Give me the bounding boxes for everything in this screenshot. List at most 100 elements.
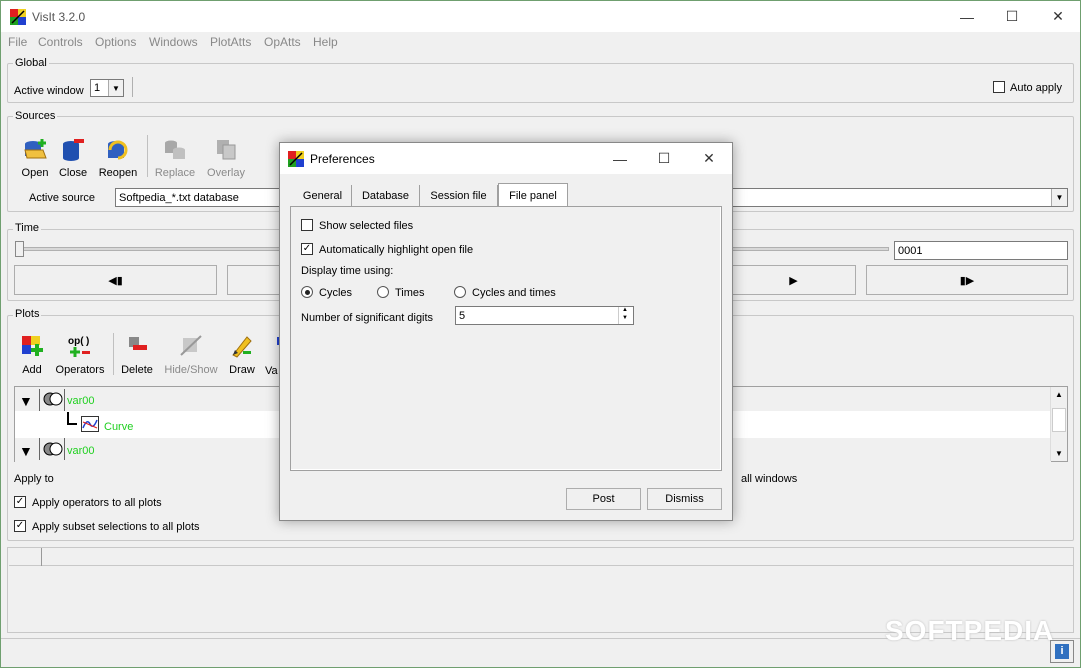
delete-plot-button[interactable]: Delete	[119, 333, 155, 376]
display-time-label: Display time using:	[301, 265, 394, 277]
cycles-radio-label: Cycles	[319, 287, 353, 299]
title-bar: VisIt 3.2.0 — ☐ ✕	[1, 1, 1080, 32]
tab-file-panel[interactable]: File panel	[498, 183, 568, 207]
info-icon: i	[1055, 644, 1069, 659]
apply-operators-checkbox[interactable]: ✓	[14, 496, 26, 508]
chevron-down-icon: ▼	[1051, 189, 1067, 206]
open-button[interactable]: Open	[15, 136, 55, 179]
plot-list-scrollbar[interactable]: ▲ ▼	[1050, 387, 1067, 461]
cycles-and-times-radio[interactable]	[454, 286, 466, 298]
divider	[147, 135, 148, 177]
window-title: VisIt 3.2.0	[32, 10, 86, 24]
visibility-circles-icon[interactable]	[43, 442, 63, 456]
auto-highlight-checkbox[interactable]: ✓	[301, 243, 313, 255]
apply-operators-label: Apply operators to all plots	[32, 497, 162, 509]
visit-logo-icon	[288, 151, 304, 167]
cycle-input[interactable]: 0001	[894, 241, 1068, 260]
plot-name[interactable]: Curve	[104, 421, 133, 433]
divider	[113, 333, 114, 375]
preferences-dialog: Preferences — ☐ ✕ General Database Sessi…	[279, 142, 733, 521]
chevron-down-icon: ▼	[108, 80, 123, 96]
add-plot-button[interactable]: Add	[15, 333, 49, 376]
menu-help[interactable]: Help	[313, 35, 338, 49]
expand-triangle-icon[interactable]: ▼	[19, 393, 33, 409]
reverse-play-button[interactable]	[227, 265, 287, 295]
pencil-icon	[232, 336, 252, 358]
operators-button-label: Operators	[55, 364, 105, 376]
times-radio[interactable]	[377, 286, 389, 298]
menu-plotatts[interactable]: PlotAtts	[210, 35, 251, 49]
replace-button[interactable]: Replace	[153, 136, 197, 179]
active-window-combo[interactable]: 1 ▼	[90, 79, 124, 97]
global-group	[7, 63, 1074, 103]
visibility-circles-icon[interactable]	[43, 392, 63, 406]
step-forward-icon: ▮▶	[959, 274, 975, 287]
scroll-down-icon[interactable]: ▼	[1055, 449, 1063, 458]
post-button[interactable]: Post	[566, 488, 641, 510]
menu-bar: File Controls Options Windows PlotAtts O…	[1, 32, 1080, 52]
tab-session-file[interactable]: Session file	[420, 185, 498, 206]
active-window-value: 1	[94, 82, 101, 94]
spin-up-icon[interactable]: ▲	[622, 307, 628, 313]
open-button-label: Open	[21, 167, 49, 179]
show-selected-files-label: Show selected files	[319, 220, 414, 232]
draw-button[interactable]: Draw	[225, 333, 259, 376]
dialog-close-button[interactable]: ✕	[686, 143, 732, 174]
divider	[9, 565, 1073, 566]
plot-variable[interactable]: var00	[67, 445, 95, 457]
scroll-up-icon[interactable]: ▲	[1055, 390, 1063, 399]
splitter-handle[interactable]	[41, 548, 42, 566]
expand-triangle-icon[interactable]: ▼	[19, 443, 33, 459]
close-button[interactable]: ✕	[1035, 1, 1081, 32]
dialog-title-bar: Preferences — ☐ ✕	[280, 143, 732, 174]
delete-plot-icon	[129, 337, 147, 350]
scroll-thumb[interactable]	[1052, 408, 1066, 432]
minimize-button[interactable]: —	[944, 1, 990, 32]
plot-variable[interactable]: var00	[67, 395, 95, 407]
overlay-button[interactable]: Overlay	[204, 136, 248, 179]
step-back-icon: ◀▮	[108, 274, 123, 287]
dismiss-button[interactable]: Dismiss	[647, 488, 722, 510]
sources-label: Sources	[13, 110, 58, 122]
draw-button-label: Draw	[229, 364, 255, 376]
spin-buttons[interactable]: ▲ ▼	[618, 307, 633, 324]
tab-general[interactable]: General	[294, 185, 352, 206]
close-source-button[interactable]: Close	[56, 136, 90, 179]
svg-text:): )	[86, 336, 89, 347]
auto-apply-checkbox[interactable]	[993, 81, 1005, 93]
spin-down-icon[interactable]: ▼	[622, 315, 628, 321]
divider	[39, 389, 40, 411]
menu-opatts[interactable]: OpAtts	[264, 35, 301, 49]
maximize-button[interactable]: ☐	[989, 1, 1035, 32]
info-button[interactable]: i	[1050, 640, 1074, 663]
step-forward-button[interactable]: ▮▶	[866, 265, 1068, 295]
all-windows-label: all windows	[741, 473, 798, 485]
divider	[39, 438, 40, 460]
menu-controls[interactable]: Controls	[38, 35, 83, 49]
add-button-label: Add	[22, 364, 42, 376]
menu-windows[interactable]: Windows	[149, 35, 198, 49]
apply-subset-checkbox[interactable]: ✓	[14, 520, 26, 532]
hide-show-button[interactable]: Hide/Show	[163, 333, 219, 376]
cycles-radio[interactable]	[301, 286, 313, 298]
active-window-label: Active window	[14, 85, 84, 97]
time-slider-handle[interactable]	[15, 241, 24, 257]
play-button[interactable]: ▶	[731, 265, 856, 295]
operators-icon: op( )	[68, 336, 90, 357]
menu-options[interactable]: Options	[95, 35, 136, 49]
active-source-label: Active source	[29, 192, 96, 204]
reopen-button[interactable]: Reopen	[96, 136, 140, 179]
show-selected-files-checkbox[interactable]	[301, 219, 313, 231]
auto-apply-label: Auto apply	[1010, 82, 1062, 94]
step-back-button[interactable]: ◀▮	[14, 265, 217, 295]
menu-file[interactable]: File	[8, 35, 27, 49]
dialog-minimize-button[interactable]: —	[597, 143, 643, 174]
replace-button-label: Replace	[154, 167, 196, 179]
dialog-title: Preferences	[310, 152, 375, 166]
hide-show-button-label: Hide/Show	[164, 364, 218, 376]
visit-logo-icon	[10, 9, 26, 25]
sig-digits-spinbox[interactable]: 5 ▲ ▼	[455, 306, 634, 325]
tab-database[interactable]: Database	[352, 185, 420, 206]
dialog-maximize-button[interactable]: ☐	[641, 143, 687, 174]
operators-button[interactable]: op( ) Operators	[52, 333, 108, 376]
